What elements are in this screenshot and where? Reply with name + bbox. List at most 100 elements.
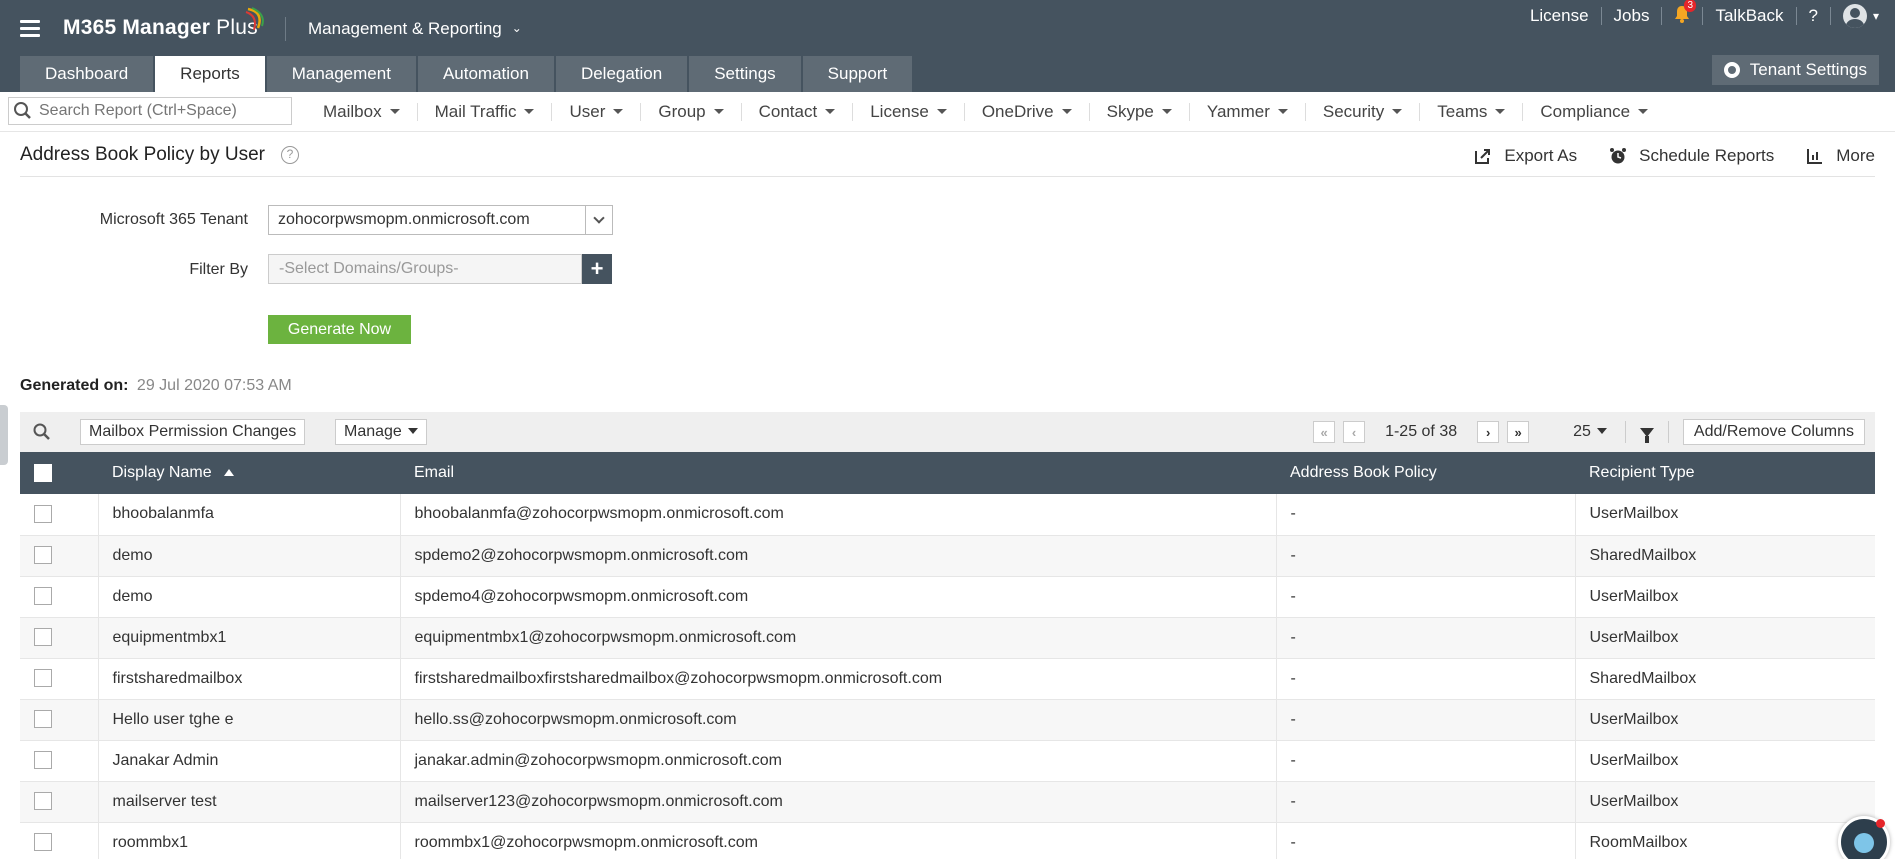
table-row[interactable]: Hello user tghe e hello.ss@zohocorpwsmopm… [20,699,1875,741]
divider [1624,421,1626,443]
caret-down-icon [825,109,836,114]
menu-skype[interactable]: Skype [1090,102,1189,122]
first-page-button[interactable]: « [1313,421,1336,443]
report-search-input[interactable] [39,102,279,120]
table-row[interactable]: firstsharedmailbox firstsharedmailboxfirs… [20,658,1875,700]
cell-recipient-type: UserMailbox [1575,699,1875,741]
tab-reports[interactable]: Reports [155,56,265,92]
pagination: « ‹ 1-25 of 38 › » 25 Add/Remove Columns [1309,412,1865,452]
jobs-link[interactable]: Jobs [1602,6,1662,26]
schedule-reports-button[interactable]: Schedule Reports [1609,146,1774,166]
add-filter-button[interactable]: + [582,254,612,284]
row-checkbox[interactable] [34,792,52,811]
notifications-button[interactable]: 3 [1662,0,1702,28]
cell-display-name: Janakar Admin [98,740,401,782]
license-link[interactable]: License [1518,6,1601,26]
row-checkbox[interactable] [34,505,52,524]
table-row[interactable]: bhoobalanmfa bhoobalanmfa@zohocorpwsmopm.… [20,494,1875,536]
cell-recipient-type: RoomMailbox [1575,822,1875,859]
chevron-down-icon [593,212,605,224]
row-checkbox[interactable] [34,669,52,688]
tab-settings[interactable]: Settings [689,56,801,92]
row-checkbox[interactable] [34,833,52,852]
help-icon[interactable]: ? [281,146,299,164]
row-select-cell [20,740,99,782]
cell-recipient-type: UserMailbox [1575,494,1875,536]
menu-yammer[interactable]: Yammer [1190,102,1305,122]
tab-automation[interactable]: Automation [417,56,554,92]
tab-support[interactable]: Support [802,56,913,92]
cell-display-name: firstsharedmailbox [98,658,401,700]
table-row[interactable]: roommbx1 roommbx1@zohocorpwsmopm.onmicros… [20,822,1875,859]
caret-down-icon [936,109,947,114]
help-link[interactable]: ? [1797,6,1830,26]
menu-license[interactable]: License [853,102,964,122]
page-size-dropdown[interactable]: 25 [1573,423,1607,441]
caret-down-icon[interactable]: ▾ [1873,9,1879,23]
previous-page-button[interactable]: ‹ [1343,421,1366,443]
search-icon[interactable] [32,422,52,442]
schedule-reports-label: Schedule Reports [1639,146,1775,165]
cell-recipient-type: UserMailbox [1575,781,1875,823]
filter-icon[interactable] [1639,427,1654,443]
row-checkbox[interactable] [34,587,52,606]
row-checkbox[interactable] [34,751,52,770]
table-row[interactable]: demo spdemo2@zohocorpwsmopm.onmicrosoft.c… [20,535,1875,577]
side-panel-handle[interactable] [0,405,8,465]
talkback-link[interactable]: TalkBack [1703,6,1795,26]
manage-dropdown[interactable]: Manage [335,419,427,445]
hamburger-menu-icon[interactable] [20,20,40,38]
row-checkbox[interactable] [34,546,52,565]
export-as-label: Export As [1504,146,1578,165]
export-as-button[interactable]: Export As [1474,146,1577,166]
cell-recipient-type: SharedMailbox [1575,535,1875,577]
generate-now-button[interactable]: Generate Now [268,315,411,344]
column-header-email[interactable]: Email [400,452,1276,494]
tab-dashboard[interactable]: Dashboard [20,56,154,92]
divider [1667,421,1669,443]
tab-management[interactable]: Management [266,56,416,92]
select-all-checkbox[interactable] [34,463,52,482]
table-row[interactable]: mailserver test mailserver123@zohocorpwsm… [20,781,1875,823]
row-checkbox[interactable] [34,628,52,647]
cell-address-book-policy: - [1276,658,1576,700]
cell-display-name: Hello user tghe e [98,699,401,741]
tenant-settings-button[interactable]: Tenant Settings [1711,55,1879,85]
report-search[interactable] [8,97,292,125]
menu-mail-traffic[interactable]: Mail Traffic [418,102,552,122]
column-header-recipient-type[interactable]: Recipient Type [1575,452,1875,494]
tenant-select[interactable]: zohocorpwsmopm.onmicrosoft.com [268,205,613,235]
next-page-button[interactable]: › [1477,421,1500,443]
column-header-address-book-policy[interactable]: Address Book Policy [1276,452,1575,494]
menu-onedrive[interactable]: OneDrive [965,102,1089,122]
row-checkbox[interactable] [34,710,52,729]
menu-group[interactable]: Group [641,102,740,122]
menu-teams[interactable]: Teams [1420,102,1522,122]
support-chat-button[interactable] [1838,816,1890,859]
menu-user[interactable]: User [552,102,640,122]
last-page-button[interactable]: » [1507,421,1530,443]
dropdown-toggle[interactable] [585,206,612,234]
tenant-settings-label: Tenant Settings [1749,60,1867,79]
menu-contact[interactable]: Contact [742,102,853,122]
table-row[interactable]: equipmentmbx1 equipmentmbx1@zohocorpwsmop… [20,617,1875,659]
table-row[interactable]: demo spdemo4@zohocorpwsmopm.onmicrosoft.c… [20,576,1875,618]
add-remove-columns-button[interactable]: Add/Remove Columns [1682,419,1865,445]
menu-security[interactable]: Security [1306,102,1419,122]
cell-address-book-policy: - [1276,535,1576,577]
caret-down-icon [389,109,400,114]
column-header-display-name[interactable]: Display Name [98,452,400,494]
user-avatar[interactable] [1842,4,1867,28]
view-selector[interactable]: Mailbox Permission Changes [80,419,306,445]
tab-delegation[interactable]: Delegation [555,56,688,92]
module-switcher[interactable]: Management & Reporting ⌄ [308,19,522,39]
generated-on: Generated on: 29 Jul 2020 07:53 AM [20,377,292,395]
menu-mailbox[interactable]: Mailbox [306,102,417,122]
caret-down-icon [1161,109,1172,114]
app-logo[interactable]: M365 Manager Plus [63,16,258,40]
cell-email: bhoobalanmfa@zohocorpwsmopm.onmicrosoft.… [400,494,1277,536]
more-button[interactable]: More [1806,146,1875,166]
menu-compliance[interactable]: Compliance [1523,102,1665,122]
table-row[interactable]: Janakar Admin janakar.admin@zohocorpwsmop… [20,740,1875,782]
filter-domains-input[interactable]: -Select Domains/Groups- [268,254,582,284]
